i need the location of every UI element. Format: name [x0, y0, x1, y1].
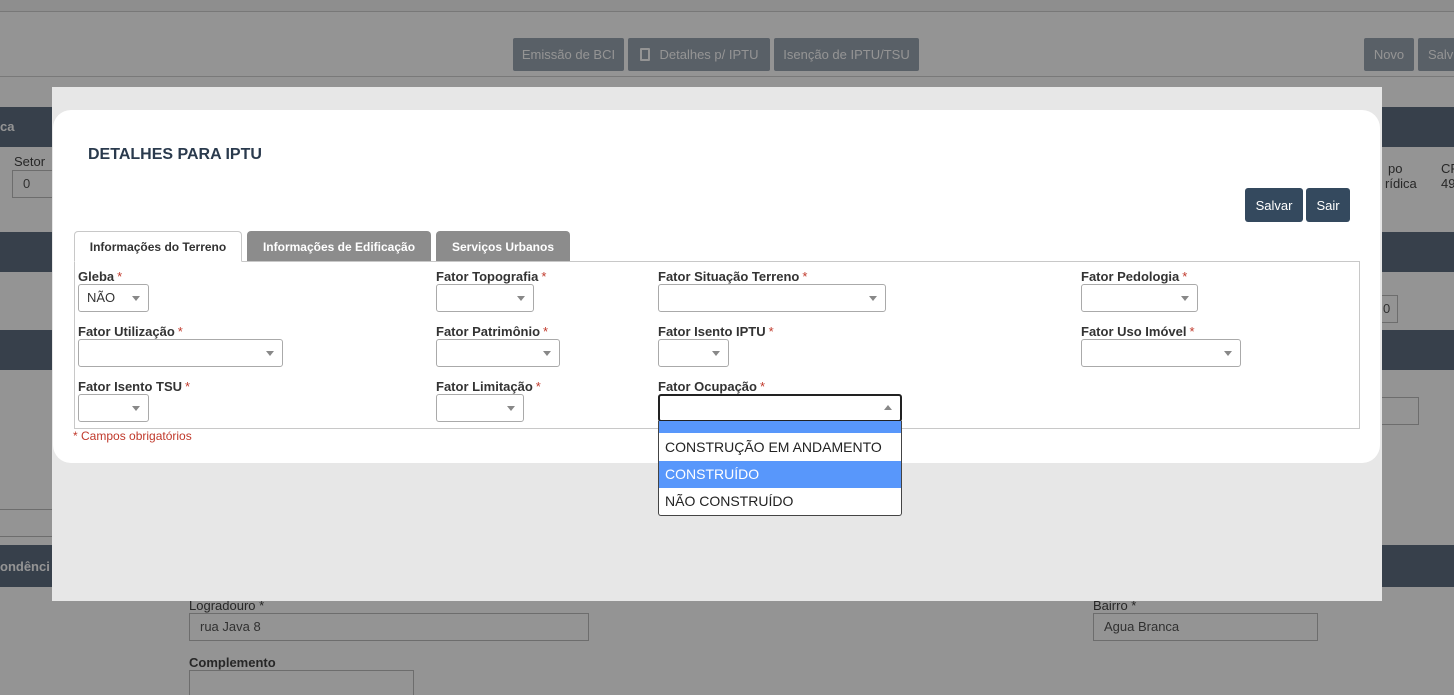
dropdown-option-empty[interactable] — [659, 421, 901, 433]
fator-isento-iptu-select[interactable] — [658, 339, 729, 367]
fator-utilizacao-label: Fator Utilização * — [78, 324, 183, 339]
chevron-down-icon — [1224, 351, 1232, 356]
gleba-select[interactable]: NÃO — [78, 284, 149, 312]
chevron-down-icon — [1181, 296, 1189, 301]
tab-servicos-urbanos[interactable]: Serviços Urbanos — [436, 231, 570, 262]
chevron-down-icon — [712, 351, 720, 356]
gleba-label: Gleba * — [78, 269, 123, 284]
modal-title: DETALHES PARA IPTU — [88, 146, 262, 163]
chevron-down-icon — [543, 351, 551, 356]
chevron-down-icon — [266, 351, 274, 356]
fator-patrimonio-label: Fator Patrimônio * — [436, 324, 549, 339]
dropdown-option-construido[interactable]: CONSTRUÍDO — [659, 461, 901, 488]
fator-topografia-select[interactable] — [436, 284, 534, 312]
chevron-down-icon — [132, 406, 140, 411]
fator-limitacao-select[interactable] — [436, 394, 524, 422]
salvar-button[interactable]: Salvar — [1245, 188, 1303, 222]
dropdown-option-construcao-em-andamento[interactable]: CONSTRUÇÃO EM ANDAMENTO — [659, 434, 901, 461]
fator-patrimonio-select[interactable] — [436, 339, 560, 367]
fator-ocupacao-dropdown: CONSTRUÇÃO EM ANDAMENTO CONSTRUÍDO NÃO C… — [658, 421, 902, 516]
dropdown-option-nao-construido[interactable]: NÃO CONSTRUÍDO — [659, 488, 901, 515]
fator-uso-imovel-select[interactable] — [1081, 339, 1241, 367]
fator-isento-tsu-select[interactable] — [78, 394, 149, 422]
fator-ocupacao-label: Fator Ocupação * — [658, 379, 766, 394]
fator-situacao-terreno-label: Fator Situação Terreno * — [658, 269, 808, 284]
chevron-down-icon — [869, 296, 877, 301]
fator-pedologia-select[interactable] — [1081, 284, 1198, 312]
fator-isento-tsu-label: Fator Isento TSU * — [78, 379, 191, 394]
fator-situacao-terreno-select[interactable] — [658, 284, 886, 312]
tab-informacoes-terreno[interactable]: Informações do Terreno — [74, 231, 242, 262]
chevron-down-icon — [517, 296, 525, 301]
sair-button[interactable]: Sair — [1306, 188, 1350, 222]
chevron-up-icon — [884, 405, 892, 410]
fator-utilizacao-select[interactable] — [78, 339, 283, 367]
tab-informacoes-edificacao[interactable]: Informações de Edificação — [247, 231, 431, 262]
chevron-down-icon — [507, 406, 515, 411]
fator-isento-iptu-label: Fator Isento IPTU * — [658, 324, 774, 339]
chevron-down-icon — [132, 296, 140, 301]
fator-ocupacao-select[interactable] — [658, 394, 902, 422]
fator-limitacao-label: Fator Limitação * — [436, 379, 541, 394]
fator-topografia-label: Fator Topografia * — [436, 269, 547, 284]
required-fields-note: * Campos obrigatórios — [73, 429, 192, 443]
fator-uso-imovel-label: Fator Uso Imóvel * — [1081, 324, 1195, 339]
fator-pedologia-label: Fator Pedologia * — [1081, 269, 1188, 284]
